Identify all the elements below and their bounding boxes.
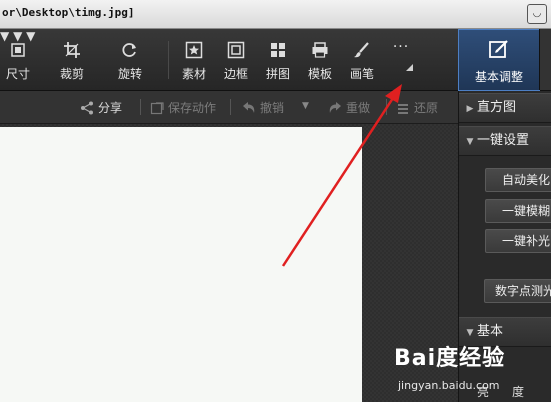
border-icon	[227, 41, 245, 59]
redo-button[interactable]: 重做	[328, 99, 370, 116]
action-divider	[230, 99, 231, 115]
baidu-watermark: Bai度经验 jingyan.baidu.com	[368, 336, 551, 402]
image-canvas[interactable]	[0, 127, 362, 402]
action-divider	[140, 99, 141, 115]
action-divider	[386, 99, 387, 115]
save-action-icon	[150, 102, 164, 115]
title-bar: or\Desktop\timg.jpg] ◡	[0, 0, 551, 29]
tool-template[interactable]: 模板	[302, 29, 338, 90]
section-histogram[interactable]: ▶ 直方图	[459, 93, 551, 123]
tool-crop-label: 裁剪	[59, 67, 84, 81]
tool-border-label: 边框	[223, 67, 248, 81]
tool-size[interactable]: 尺寸	[0, 29, 36, 90]
action-bar: 分享 保存动作 撤销 ▼ 重做 还原	[0, 91, 458, 124]
size-icon	[11, 43, 25, 57]
redo-label: 重做	[346, 101, 371, 115]
save-action-button[interactable]: 保存动作	[150, 99, 216, 116]
tool-brush-label: 画笔	[349, 67, 374, 81]
panel-tab-edge	[539, 29, 551, 90]
expand-triangle-icon[interactable]	[406, 64, 413, 71]
crop-icon	[64, 42, 80, 58]
undo-icon	[243, 102, 255, 113]
undo-button[interactable]: 撤销	[242, 99, 284, 116]
undo-label: 撤销	[260, 101, 285, 115]
restore-label: 还原	[414, 101, 439, 115]
star-frame-icon	[185, 41, 203, 59]
tool-crop[interactable]: 裁剪	[52, 29, 92, 90]
tool-material[interactable]: 素材	[176, 29, 212, 90]
restore-icon	[398, 104, 408, 114]
share-button[interactable]: 分享	[80, 99, 122, 116]
watermark-brand: Bai度经验	[394, 346, 506, 371]
brush-icon	[354, 42, 369, 58]
share-icon	[81, 101, 93, 115]
window-title-path: or\Desktop\timg.jpg]	[2, 6, 135, 19]
oneclick-blur-label: 一键模糊	[502, 204, 551, 218]
tool-more[interactable]: ···	[386, 29, 416, 90]
share-label: 分享	[98, 101, 123, 115]
auto-beautify-label: 自动美化	[502, 173, 551, 187]
digital-metering-button[interactable]: 数字点测光	[484, 279, 551, 303]
tab-basic-adjust-label: 基本调整	[474, 70, 523, 84]
window-control-button[interactable]: ◡	[527, 4, 547, 24]
rotate-icon	[122, 43, 136, 57]
tool-rotate-label: 旋转	[117, 67, 142, 81]
tab-basic-adjust[interactable]: 基本调整	[458, 29, 540, 91]
edit-icon	[489, 40, 508, 58]
oneclick-blur-button[interactable]: 一键模糊	[485, 199, 551, 223]
tool-template-label: 模板	[307, 67, 332, 81]
histogram-label: 直方图	[477, 100, 517, 115]
tool-collage[interactable]: 拼图	[260, 29, 296, 90]
restore-button[interactable]: 还原	[396, 99, 438, 116]
collapsed-triangle-icon: ▶	[466, 104, 474, 114]
oneclick-label: 一键设置	[477, 133, 530, 148]
tool-collage-label: 拼图	[265, 67, 290, 81]
more-dots-icon: ···	[392, 39, 410, 55]
tool-border[interactable]: 边框	[218, 29, 254, 90]
auto-beautify-button[interactable]: 自动美化	[485, 168, 551, 192]
tool-size-label: 尺寸	[5, 67, 30, 81]
digital-metering-label: 数字点测光	[495, 284, 551, 298]
expanded-triangle-icon: ▼	[466, 137, 474, 147]
save-action-label: 保存动作	[168, 101, 217, 115]
oneclick-fill-light-label: 一键补光	[502, 234, 551, 248]
redo-icon	[329, 102, 341, 113]
oneclick-fill-light-button[interactable]: 一键补光	[485, 229, 551, 253]
undo-dropdown-icon[interactable]: ▼	[302, 101, 309, 111]
toolbar-divider	[168, 41, 169, 79]
grid-icon	[271, 43, 285, 57]
template-icon	[312, 42, 328, 58]
section-oneclick[interactable]: ▼ 一键设置	[459, 126, 551, 156]
tool-brush[interactable]: 画笔	[344, 29, 380, 90]
tool-material-label: 素材	[181, 67, 206, 81]
watermark-url: jingyan.baidu.com	[398, 379, 500, 392]
tool-rotate[interactable]: 旋转	[108, 29, 152, 90]
